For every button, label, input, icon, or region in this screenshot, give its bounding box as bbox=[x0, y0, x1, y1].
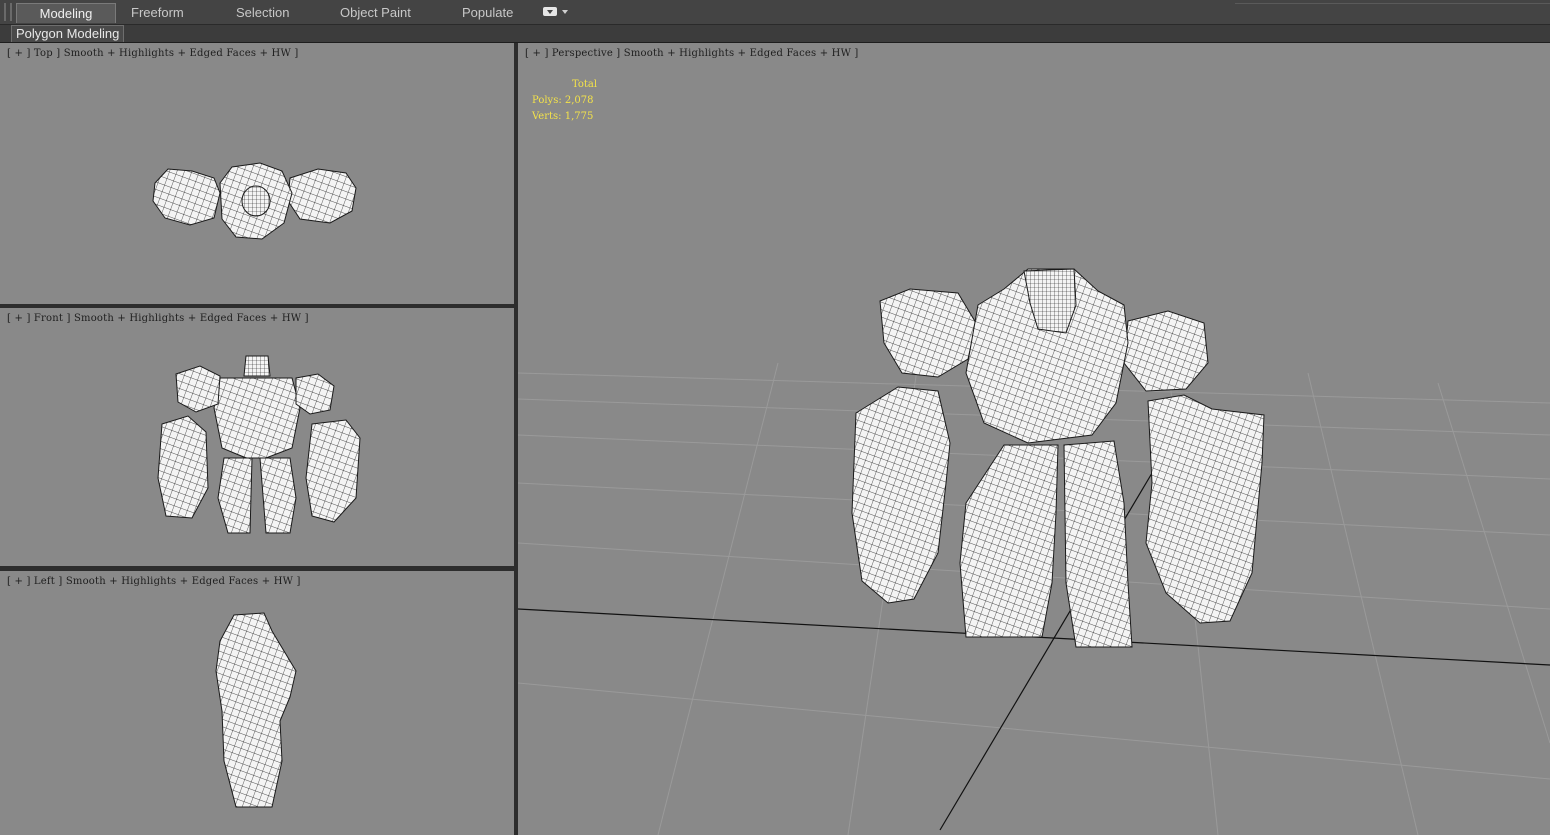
viewport-top[interactable]: [ + ] Top ] Smooth + Highlights + Edged … bbox=[0, 43, 514, 304]
character-mesh bbox=[851, 268, 1265, 648]
tab-selection[interactable]: Selection bbox=[236, 3, 289, 22]
viewport-front[interactable]: [ + ] Front ] Smooth + Highlights + Edge… bbox=[0, 308, 514, 566]
viewport-left[interactable]: [ + ] Left ] Smooth + Highlights + Edged… bbox=[0, 571, 514, 835]
ribbon-tab-bar: Modeling Freeform Selection Object Paint… bbox=[0, 0, 1550, 25]
ribbon-panel-bar: Polygon Modeling bbox=[0, 25, 1550, 43]
tab-populate[interactable]: Populate bbox=[462, 3, 513, 22]
tab-freeform[interactable]: Freeform bbox=[131, 3, 184, 22]
tab-modeling[interactable]: Modeling bbox=[16, 3, 116, 23]
polygon-modeling-panel-label[interactable]: Polygon Modeling bbox=[11, 25, 125, 42]
left-view-mesh bbox=[215, 612, 297, 808]
ribbon-options-icon[interactable] bbox=[543, 6, 569, 18]
tab-object-paint[interactable]: Object Paint bbox=[340, 3, 411, 22]
front-view-mesh bbox=[157, 355, 361, 534]
perspective-scene bbox=[518, 268, 1550, 835]
top-view-mesh bbox=[152, 162, 357, 240]
ribbon-grip-handle[interactable] bbox=[4, 3, 12, 21]
ribbon-divider bbox=[1235, 3, 1550, 4]
viewport-perspective[interactable]: [ + ] Perspective ] Smooth + Highlights … bbox=[518, 43, 1550, 835]
